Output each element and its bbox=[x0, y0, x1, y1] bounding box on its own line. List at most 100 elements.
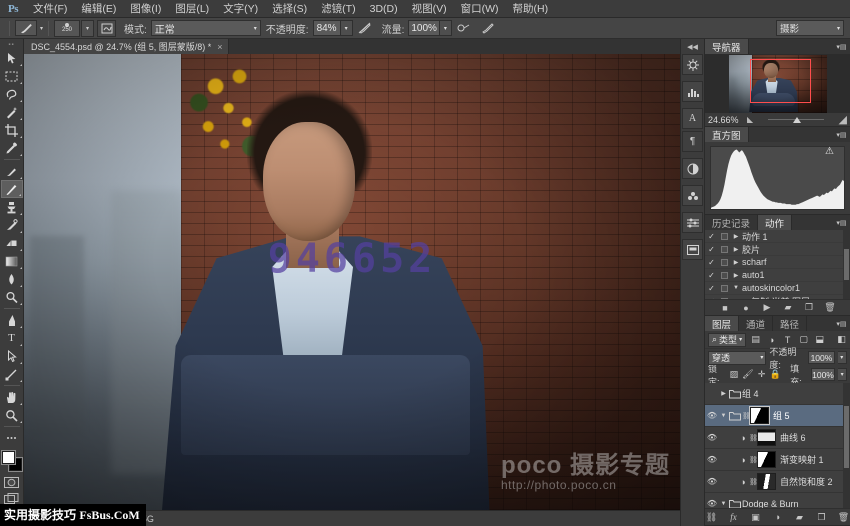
play-action-icon[interactable]: ▶ bbox=[761, 302, 773, 314]
layer-blend-mode-select[interactable]: 穿透 ▾ bbox=[708, 351, 766, 365]
menu-type[interactable]: 文字(Y) bbox=[216, 0, 265, 18]
histogram-warning-icon[interactable]: ⚠ bbox=[825, 146, 834, 157]
marquee-tool[interactable] bbox=[1, 67, 23, 85]
menu-3d[interactable]: 3D(D) bbox=[363, 0, 405, 18]
path-selection-tool[interactable] bbox=[1, 347, 23, 365]
action-toggle-icon[interactable]: ✓ bbox=[705, 297, 718, 300]
actions-scrollbar[interactable] bbox=[843, 230, 850, 299]
quick-selection-tool[interactable] bbox=[1, 103, 23, 121]
filter-smart-object-icon[interactable]: ⬓ bbox=[813, 333, 826, 347]
tab-paths[interactable]: 路径 bbox=[773, 316, 807, 331]
tab-layers[interactable]: 图层 bbox=[705, 316, 739, 331]
brush-panel-toggle[interactable] bbox=[97, 20, 116, 37]
layer-row[interactable]: 👁◑⛓渐变映射 1 bbox=[705, 449, 850, 471]
layer-row[interactable]: 👁◑⛓曲线 6 bbox=[705, 427, 850, 449]
lock-position-icon[interactable]: ✛ bbox=[757, 368, 767, 382]
layer-mask-thumbnail[interactable] bbox=[750, 407, 769, 424]
navigator-zoom-value[interactable]: 24.66% bbox=[708, 115, 744, 125]
zoom-in-icon[interactable]: ◢ bbox=[839, 113, 847, 126]
mini-bridge-icon[interactable] bbox=[682, 54, 703, 75]
new-action-icon[interactable]: ❐ bbox=[803, 302, 815, 314]
layer-visibility-icon[interactable]: 👁 bbox=[705, 433, 719, 442]
layer-opacity-input[interactable]: 100% bbox=[808, 351, 834, 364]
flow-input[interactable]: 100% bbox=[408, 20, 440, 36]
action-toggle-icon[interactable]: ✓ bbox=[705, 284, 718, 293]
paragraph-icon[interactable]: ¶ bbox=[682, 131, 703, 152]
action-disclosure-icon[interactable]: ▶ bbox=[739, 298, 751, 300]
action-dialog-toggle[interactable] bbox=[718, 233, 730, 240]
menu-edit[interactable]: 编辑(E) bbox=[74, 0, 123, 18]
link-layers-icon[interactable]: ⛓ bbox=[706, 511, 718, 523]
layer-visibility-icon[interactable]: 👁 bbox=[705, 499, 719, 508]
filter-pixel-icon[interactable]: ▤ bbox=[749, 333, 762, 347]
tab-histogram[interactable]: 直方图 bbox=[705, 127, 749, 142]
menu-view[interactable]: 视图(V) bbox=[405, 0, 454, 18]
healing-brush-tool[interactable] bbox=[1, 162, 23, 180]
layer-mask-thumbnail[interactable] bbox=[757, 451, 776, 468]
layer-row[interactable]: ▶组 4 bbox=[705, 383, 850, 405]
layer-disclosure-icon[interactable]: ▼ bbox=[719, 501, 728, 507]
action-row[interactable]: ✓▶胶片 bbox=[705, 243, 850, 256]
menu-help[interactable]: 帮助(H) bbox=[506, 0, 556, 18]
close-icon[interactable]: × bbox=[217, 42, 222, 52]
action-row[interactable]: ✓▶scharf bbox=[705, 256, 850, 269]
actions-panel-menu-icon[interactable]: ▾▤ bbox=[836, 218, 847, 227]
action-disclosure-icon[interactable]: ▶ bbox=[730, 272, 742, 279]
lock-all-icon[interactable]: 🔒 bbox=[770, 368, 781, 382]
menu-window[interactable]: 窗口(W) bbox=[454, 0, 506, 18]
layer-mask-thumbnail[interactable] bbox=[757, 473, 776, 490]
tool-preset-picker[interactable] bbox=[15, 20, 37, 36]
filter-enable-toggle[interactable]: ◧ bbox=[836, 333, 847, 347]
navigator-panel-menu-icon[interactable]: ▾▤ bbox=[836, 42, 847, 51]
action-disclosure-icon[interactable]: ▶ bbox=[730, 246, 742, 253]
delete-layer-icon[interactable]: 🗑 bbox=[838, 511, 850, 523]
add-mask-icon[interactable]: ▣ bbox=[750, 511, 762, 523]
eyedropper-tool[interactable] bbox=[1, 139, 23, 157]
action-row[interactable]: ✓▶auto1 bbox=[705, 269, 850, 282]
layer-filter-kind-select[interactable]: ⌕ 类型 ▾ bbox=[708, 333, 746, 347]
layer-mask-thumbnail[interactable] bbox=[757, 429, 776, 446]
tool-preset-caret-icon[interactable]: ▾ bbox=[40, 25, 43, 32]
layer-row[interactable]: 👁▼⛓组 5 bbox=[705, 405, 850, 427]
layer-disclosure-icon[interactable]: ▶ bbox=[719, 390, 728, 397]
blend-mode-select[interactable]: 正常 ▾ bbox=[151, 20, 261, 36]
tab-actions[interactable]: 动作 bbox=[758, 215, 792, 230]
action-dialog-toggle[interactable] bbox=[718, 246, 730, 253]
navigator-preview[interactable] bbox=[705, 54, 850, 113]
action-toggle-icon[interactable]: ✓ bbox=[705, 258, 718, 267]
action-toggle-icon[interactable]: ✓ bbox=[705, 245, 718, 254]
layer-visibility-icon[interactable]: 👁 bbox=[705, 411, 719, 420]
action-row[interactable]: ✓▼autoskincolor1 bbox=[705, 282, 850, 295]
properties-icon[interactable] bbox=[682, 212, 703, 233]
brush-tool[interactable] bbox=[1, 180, 23, 198]
layer-mask-link-icon[interactable]: ⛓ bbox=[749, 478, 757, 486]
layer-style-icon[interactable]: fx bbox=[728, 511, 740, 523]
layer-fill-stepper[interactable]: ▾ bbox=[838, 368, 847, 381]
tab-history[interactable]: 历史记录 bbox=[705, 215, 758, 230]
document-tab[interactable]: DSC_4554.psd @ 24.7% (组 5, 图层蒙版/8) * × bbox=[24, 39, 229, 54]
toolbox-grip[interactable]: ▪▪ bbox=[1, 40, 23, 49]
move-tool[interactable] bbox=[1, 49, 23, 67]
brush-size-preview[interactable]: 250 bbox=[54, 20, 80, 37]
layer-mask-link-icon[interactable]: ⛓ bbox=[749, 434, 757, 442]
new-layer-icon[interactable]: ❐ bbox=[816, 511, 828, 523]
opacity-stepper[interactable]: ▾ bbox=[341, 20, 353, 36]
layer-opacity-stepper[interactable]: ▾ bbox=[838, 351, 847, 364]
airbrush-toggle[interactable] bbox=[456, 20, 472, 36]
action-row[interactable]: ✓▶动作 1 bbox=[705, 230, 850, 243]
action-dialog-toggle[interactable] bbox=[718, 298, 730, 300]
layer-mask-link-icon[interactable]: ⛓ bbox=[742, 412, 750, 420]
new-adjustment-layer-icon[interactable]: ◑ bbox=[772, 511, 784, 523]
lock-image-icon[interactable]: 🖌 bbox=[742, 368, 753, 382]
stop-action-icon[interactable]: ■ bbox=[719, 302, 731, 314]
clone-stamp-tool[interactable] bbox=[1, 198, 23, 216]
actions-list[interactable]: ✓▶动作 1✓▶胶片✓▶scharf✓▶auto1✓▼autoskincolor… bbox=[705, 230, 850, 299]
layers-list[interactable]: ▶组 4👁▼⛓组 5👁◑⛓曲线 6👁◑⛓渐变映射 1👁◑⛓自然饱和度 2👁▼Do… bbox=[705, 383, 850, 508]
quick-mask-toggle[interactable] bbox=[1, 474, 23, 490]
pen-tool[interactable] bbox=[1, 311, 23, 329]
layer-visibility-icon[interactable]: 👁 bbox=[705, 455, 719, 464]
tab-channels[interactable]: 通道 bbox=[739, 316, 773, 331]
color-icon[interactable] bbox=[682, 158, 703, 179]
histogram-panel-menu-icon[interactable]: ▾▤ bbox=[836, 130, 847, 139]
new-group-icon[interactable]: ▰ bbox=[794, 511, 806, 523]
